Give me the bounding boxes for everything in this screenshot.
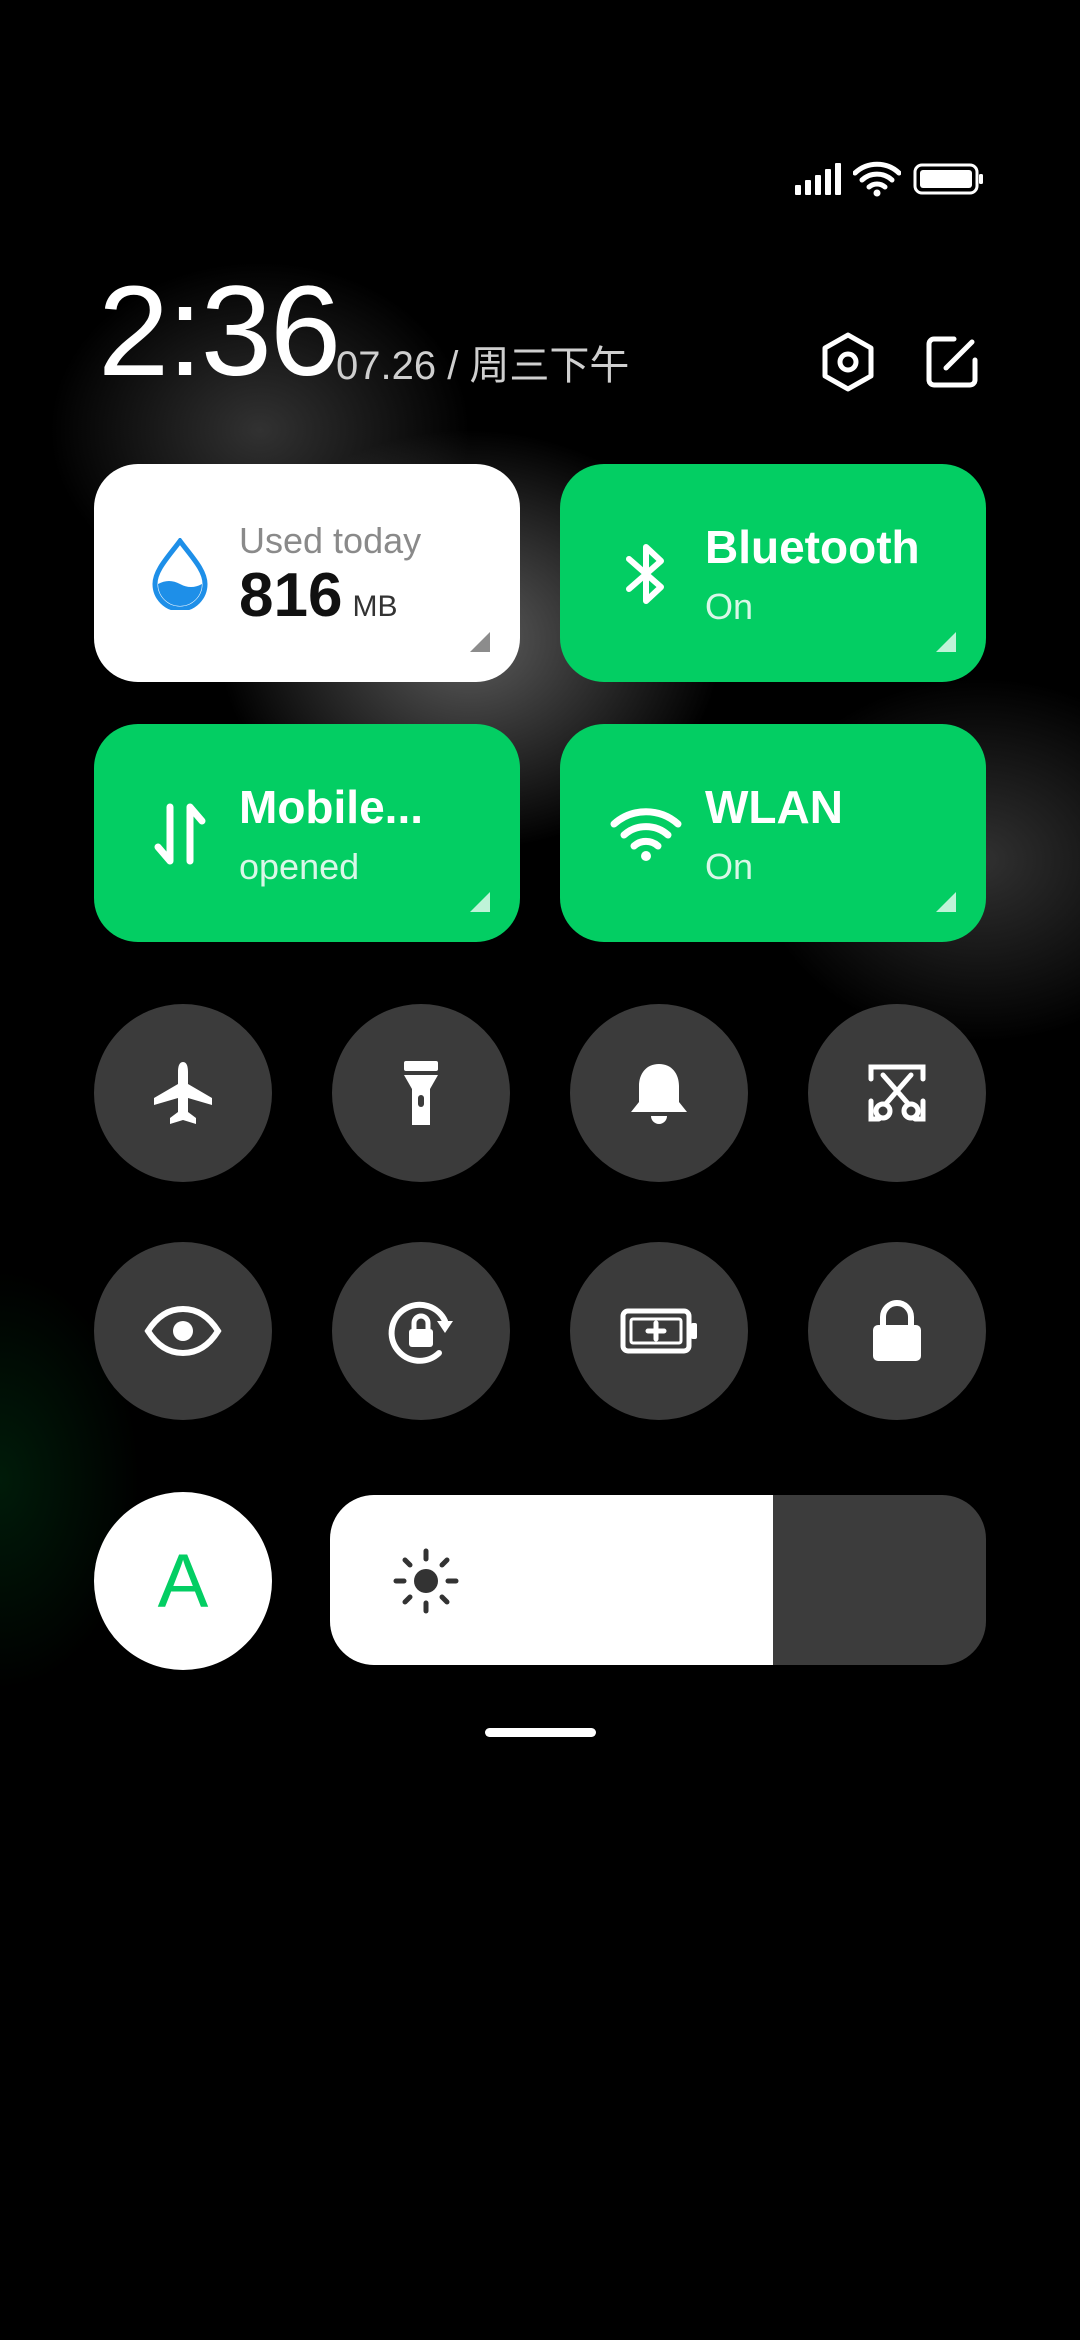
wlan-state: On xyxy=(705,846,754,887)
signal-icon xyxy=(795,163,841,195)
bluetooth-icon xyxy=(610,538,682,610)
screenshot-toggle[interactable] xyxy=(808,1004,986,1182)
expand-corner-icon xyxy=(470,892,490,912)
settings-icon xyxy=(822,332,874,392)
eye-icon xyxy=(144,1305,222,1357)
clock-time: 2:36 xyxy=(98,260,341,403)
battery-saver-toggle[interactable] xyxy=(570,1242,748,1420)
edit-icon xyxy=(926,336,978,388)
lock-icon xyxy=(873,1300,921,1361)
ringer-toggle[interactable] xyxy=(570,1004,748,1182)
mobile-data-title: Mobile... xyxy=(239,781,423,833)
home-handle[interactable] xyxy=(485,1728,596,1737)
expand-corner-icon xyxy=(470,632,490,652)
data-usage-amount: 816 xyxy=(239,561,343,630)
wlan-tile[interactable]: WLAN On xyxy=(560,724,986,942)
date-label: 07.26 / 周三下午 xyxy=(336,344,630,388)
bluetooth-tile[interactable]: Bluetooth On xyxy=(560,464,986,682)
water-drop-icon xyxy=(144,538,216,610)
airplane-mode-toggle[interactable] xyxy=(94,1004,272,1182)
wifi-icon xyxy=(853,161,901,197)
sun-icon xyxy=(393,1548,459,1614)
auto-brightness-button[interactable]: A xyxy=(94,1492,272,1670)
rotation-lock-toggle[interactable] xyxy=(332,1242,510,1420)
mobile-data-state: opened xyxy=(239,846,360,887)
scissors-icon xyxy=(868,1064,926,1122)
status-bar xyxy=(795,158,985,200)
data-usage-tile[interactable]: Used today 816 MB xyxy=(94,464,520,682)
wifi-icon xyxy=(610,798,682,870)
data-usage-value: 816 MB xyxy=(239,560,397,631)
bluetooth-state: On xyxy=(705,586,754,627)
lock-screen-toggle[interactable] xyxy=(808,1242,986,1420)
rotation-lock-icon xyxy=(388,1301,453,1364)
settings-button[interactable] xyxy=(816,330,880,394)
brightness-slider[interactable] xyxy=(330,1495,986,1665)
expand-corner-icon xyxy=(936,632,956,652)
data-usage-unit: MB xyxy=(352,590,398,623)
battery-plus-icon xyxy=(620,1308,697,1354)
bell-icon xyxy=(631,1064,687,1124)
battery-icon xyxy=(913,163,983,195)
mobile-data-tile[interactable]: Mobile... opened xyxy=(94,724,520,942)
airplane-icon xyxy=(154,1062,212,1124)
edit-button[interactable] xyxy=(920,330,984,394)
data-usage-label: Used today xyxy=(239,520,422,561)
reading-mode-toggle[interactable] xyxy=(94,1242,272,1420)
expand-corner-icon xyxy=(936,892,956,912)
wlan-title: WLAN xyxy=(705,781,843,833)
mobile-data-icon xyxy=(144,798,216,870)
flashlight-icon xyxy=(404,1061,438,1125)
bluetooth-title: Bluetooth xyxy=(705,521,920,573)
flashlight-toggle[interactable] xyxy=(332,1004,510,1182)
auto-brightness-label: A xyxy=(157,1538,209,1624)
